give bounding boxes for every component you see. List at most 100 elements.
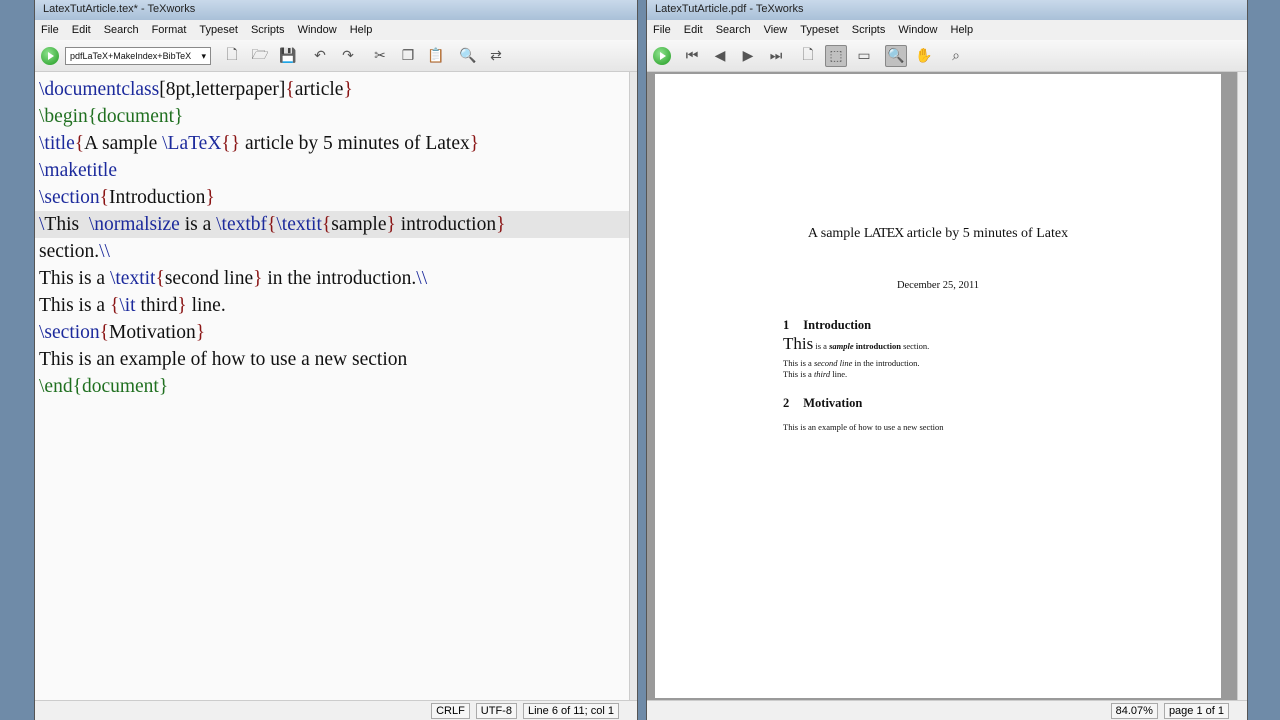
source-token: \textit <box>276 214 322 235</box>
last-page-icon[interactable]: ⏭ <box>765 45 787 67</box>
menu-file[interactable]: File <box>653 24 671 36</box>
source-line[interactable]: \end{document} <box>35 373 631 400</box>
source-token: in the introduction. <box>262 268 417 289</box>
paste-icon[interactable]: 📋 <box>425 45 447 67</box>
intro-text-end: section. <box>900 341 930 351</box>
menu-typeset[interactable]: Typeset <box>800 24 839 36</box>
menu-search[interactable]: Search <box>104 24 139 36</box>
source-token: This is a <box>39 268 110 289</box>
line2-italic: second line <box>813 358 853 368</box>
doc-title-suffix: article by 5 minutes of Latex <box>903 226 1069 241</box>
line3-text: This is a <box>783 369 814 379</box>
source-token: article by 5 minutes of Latex <box>240 133 470 154</box>
menu-edit[interactable]: Edit <box>72 24 91 36</box>
source-token: document <box>97 106 175 127</box>
line2-text-end: in the introduction. <box>852 358 920 368</box>
encoding-indicator[interactable]: UTF-8 <box>475 702 517 719</box>
source-token: line. <box>186 295 226 316</box>
line-ending-indicator[interactable]: CRLF <box>431 702 470 719</box>
find-icon[interactable]: 🔍 <box>457 45 479 67</box>
source-line[interactable]: section.\\ <box>35 238 631 265</box>
source-line[interactable]: \title{A sample \LaTeX{} article by 5 mi… <box>35 130 631 157</box>
actual-size-icon[interactable]: 🗋 <box>797 45 819 67</box>
source-token: article <box>294 79 344 100</box>
source-token: Introduction <box>109 187 206 208</box>
section-number: 2 <box>783 396 790 410</box>
open-folder-icon[interactable]: 🗁 <box>249 45 271 67</box>
typeset-run-button[interactable] <box>41 46 59 65</box>
copy-icon[interactable]: ❐ <box>397 45 419 67</box>
first-page-icon[interactable]: ⏮ <box>681 45 703 67</box>
menu-view[interactable]: View <box>764 24 788 36</box>
menu-search[interactable]: Search <box>716 24 751 36</box>
source-token: section. <box>39 241 100 262</box>
source-line[interactable]: \documentclass[8pt,letterpaper]{article} <box>35 76 631 103</box>
page-indicator[interactable]: page 1 of 1 <box>1163 702 1229 719</box>
source-line[interactable]: \maketitle <box>35 157 631 184</box>
typeset-run-button[interactable] <box>653 46 671 65</box>
source-token: Motivation <box>109 322 196 343</box>
source-line[interactable]: This is a {\it third} line. <box>35 292 631 319</box>
section-title: Introduction <box>803 318 872 332</box>
source-token: [8pt,letterpaper] <box>159 79 286 100</box>
intro-line-3: This is a third line. <box>783 369 847 380</box>
fit-width-icon[interactable]: ⬚ <box>825 44 847 67</box>
pdf-statusbar: 84.07% page 1 of 1 <box>647 700 1247 720</box>
source-line[interactable]: \begin{document} <box>35 103 631 130</box>
zoom-indicator[interactable]: 84.07% <box>1110 702 1158 719</box>
menu-typeset[interactable]: Typeset <box>199 24 238 36</box>
cursor-position[interactable]: Line 6 of 11; col 1 <box>522 702 619 719</box>
typeset-select[interactable]: pdfLaTeX+MakeIndex+BibTeX ▾ <box>65 46 211 65</box>
pdf-title: LatexTutArticle.pdf - TeXworks <box>647 0 1247 20</box>
doc-title-prefix: A sample <box>807 226 864 241</box>
save-icon[interactable]: 💾 <box>277 45 299 67</box>
pdf-viewer[interactable]: A sample LATEX article by 5 minutes of L… <box>647 72 1239 700</box>
source-line[interactable]: \section{Motivation} <box>35 319 631 346</box>
menu-help[interactable]: Help <box>350 24 373 36</box>
magnify-icon[interactable]: 🔍 <box>885 44 907 67</box>
source-token: { <box>155 268 165 289</box>
redo-icon[interactable]: ↷ <box>337 45 359 67</box>
new-file-icon[interactable]: 🗋 <box>221 45 243 67</box>
source-token: \\ <box>416 268 428 289</box>
source-line[interactable]: \This \normalsize is a \textbf{\textit{s… <box>35 211 631 238</box>
source-token: { <box>87 106 98 127</box>
menu-window[interactable]: Window <box>898 24 937 36</box>
editor-scrollbar[interactable] <box>629 72 637 700</box>
source-token: \\ <box>99 241 110 262</box>
fit-window-icon[interactable]: ▭ <box>853 45 875 67</box>
source-editor[interactable]: \documentclass[8pt,letterpaper]{article}… <box>35 72 631 700</box>
section-number: 1 <box>783 318 790 332</box>
section-title: Motivation <box>803 396 863 410</box>
menu-file[interactable]: File <box>41 24 59 36</box>
undo-icon[interactable]: ↶ <box>309 45 331 67</box>
source-line[interactable]: \section{Introduction} <box>35 184 631 211</box>
next-page-icon[interactable]: ▶ <box>737 45 759 67</box>
source-line[interactable]: This is an example of how to use a new s… <box>35 346 631 373</box>
prev-page-icon[interactable]: ◀ <box>709 45 731 67</box>
source-line[interactable]: This is a \textit{second line} in the in… <box>35 265 631 292</box>
doc-date: December 25, 2011 <box>896 280 980 291</box>
menu-edit[interactable]: Edit <box>684 24 703 36</box>
pdf-scrollbar[interactable] <box>1237 72 1247 700</box>
typeset-select-value: pdfLaTeX+MakeIndex+BibTeX <box>70 50 192 61</box>
source-token: } <box>343 79 353 100</box>
line3-italic: third <box>813 369 831 379</box>
menu-scripts[interactable]: Scripts <box>852 24 886 36</box>
line3-text-end: line. <box>830 369 848 379</box>
hand-tool-icon[interactable]: ✋ <box>913 45 935 67</box>
menu-help[interactable]: Help <box>951 24 974 36</box>
menu-scripts[interactable]: Scripts <box>251 24 285 36</box>
chevron-down-icon: ▾ <box>201 50 206 61</box>
cut-icon[interactable]: ✂ <box>369 45 391 67</box>
editor-window: LatexTutArticle.tex* - TeXworks File Edi… <box>34 0 638 720</box>
source-token: } <box>174 106 184 127</box>
menu-window[interactable]: Window <box>298 24 337 36</box>
replace-icon[interactable]: ⇄ <box>485 45 507 67</box>
editor-statusbar: CRLF UTF-8 Line 6 of 11; col 1 <box>35 700 637 720</box>
source-token: \end <box>39 376 73 397</box>
source-token: { <box>99 187 110 208</box>
source-token: \begin <box>39 106 88 127</box>
menu-format[interactable]: Format <box>152 24 187 36</box>
find-icon[interactable]: ⌕ <box>945 45 967 67</box>
